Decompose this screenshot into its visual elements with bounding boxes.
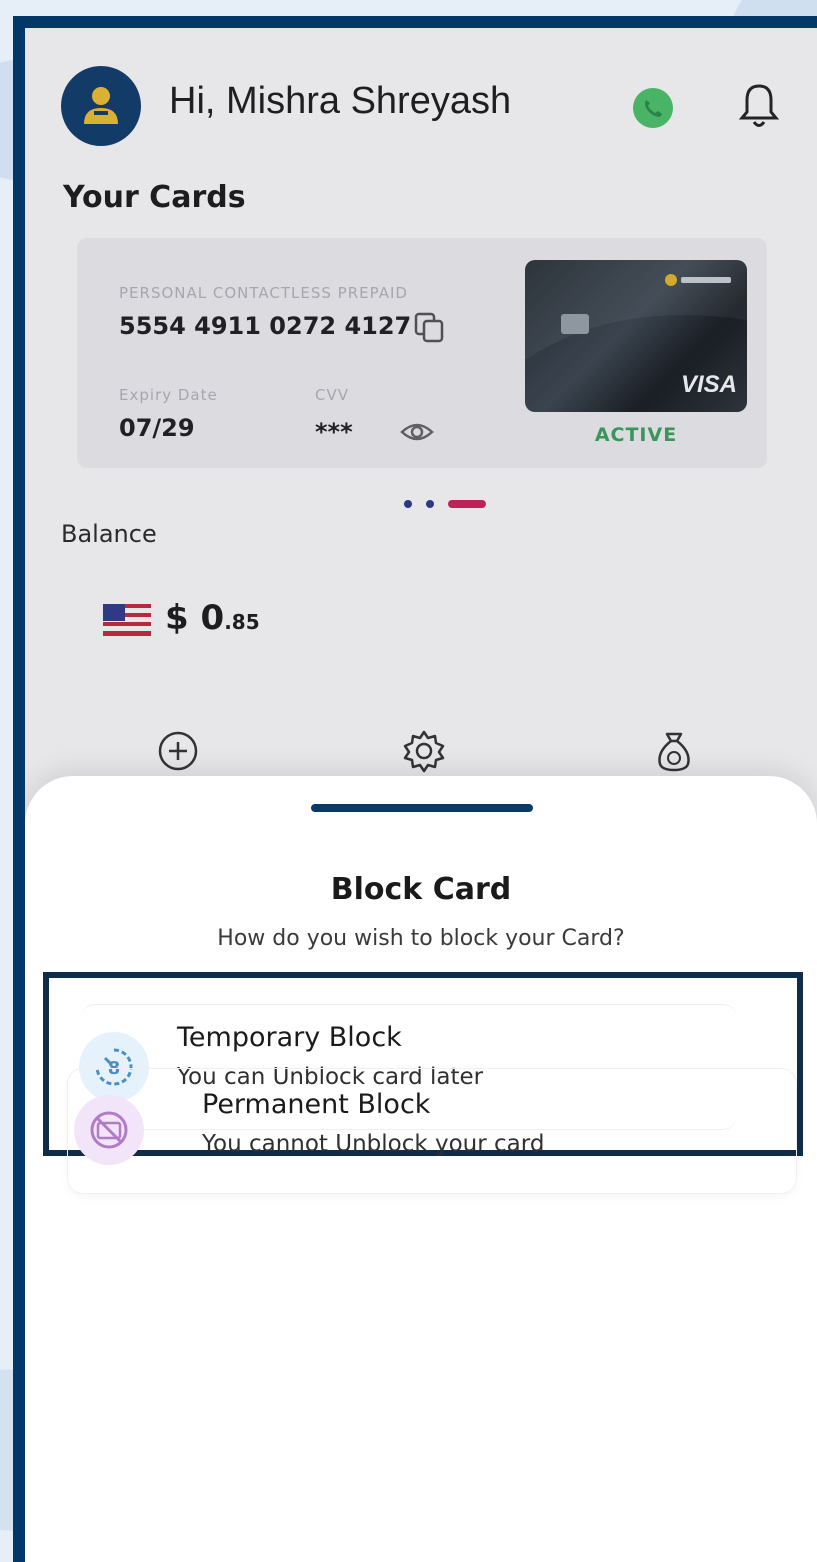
bell-icon[interactable] bbox=[737, 80, 781, 132]
cvv-label: CVV bbox=[315, 386, 349, 404]
money-bag-icon[interactable] bbox=[651, 728, 697, 774]
whatsapp-icon[interactable] bbox=[631, 86, 675, 130]
expiry-label: Expiry Date bbox=[119, 386, 218, 404]
sheet-drag-handle[interactable] bbox=[311, 804, 533, 812]
us-flag-icon bbox=[103, 604, 151, 636]
sheet-subtitle: How do you wish to block your Card? bbox=[217, 926, 625, 951]
card-status-badge: ACTIVE bbox=[594, 424, 678, 446]
avatar[interactable] bbox=[61, 66, 141, 146]
block-card-sheet: Block Card How do you wish to block your… bbox=[25, 776, 817, 1562]
card-number-label: PERSONAL CONTACTLESS PREPAID bbox=[119, 284, 408, 302]
eye-icon[interactable] bbox=[399, 418, 435, 446]
card-network-logo: VISA bbox=[681, 371, 737, 398]
permanent-block-title: Permanent Block bbox=[202, 1089, 431, 1120]
cards-section-title: Your Cards bbox=[63, 180, 246, 215]
balance-amount: $ 0.85 bbox=[165, 598, 260, 638]
sheet-title: Block Card bbox=[330, 872, 512, 907]
card-number: 5554 4911 0272 4127 bbox=[119, 312, 412, 340]
temporary-block-title: Temporary Block bbox=[177, 1022, 402, 1053]
permanent-block-icon bbox=[74, 1095, 144, 1165]
card-image[interactable]: VISA bbox=[525, 260, 747, 412]
amount-cents: .85 bbox=[224, 610, 260, 634]
balance-label: Balance bbox=[61, 520, 157, 548]
currency-symbol: $ bbox=[165, 598, 189, 638]
header: Hi, Mishra Shreyash bbox=[61, 66, 801, 146]
expiry-value: 07/29 bbox=[119, 414, 195, 442]
add-icon[interactable] bbox=[155, 728, 201, 774]
carousel-dots[interactable] bbox=[390, 498, 490, 510]
card-artwork-icon: VISA bbox=[525, 260, 747, 398]
user-icon bbox=[84, 87, 118, 124]
copy-icon[interactable] bbox=[412, 310, 446, 344]
amount-whole: 0 bbox=[200, 598, 225, 638]
permanent-block-option[interactable]: Permanent Block You cannot Unblock your … bbox=[67, 1068, 797, 1194]
permanent-block-description: You cannot Unblock your card bbox=[202, 1131, 545, 1157]
app-screen: Hi, Mishra Shreyash Your Cards PERSONAL … bbox=[25, 28, 817, 1562]
card-panel[interactable]: PERSONAL CONTACTLESS PREPAID 5554 4911 0… bbox=[77, 238, 767, 468]
greeting-text: Hi, Mishra Shreyash bbox=[169, 80, 512, 122]
phone-frame: Hi, Mishra Shreyash Your Cards PERSONAL … bbox=[13, 16, 817, 1562]
gear-icon[interactable] bbox=[401, 728, 447, 774]
cvv-value: *** bbox=[315, 418, 353, 446]
